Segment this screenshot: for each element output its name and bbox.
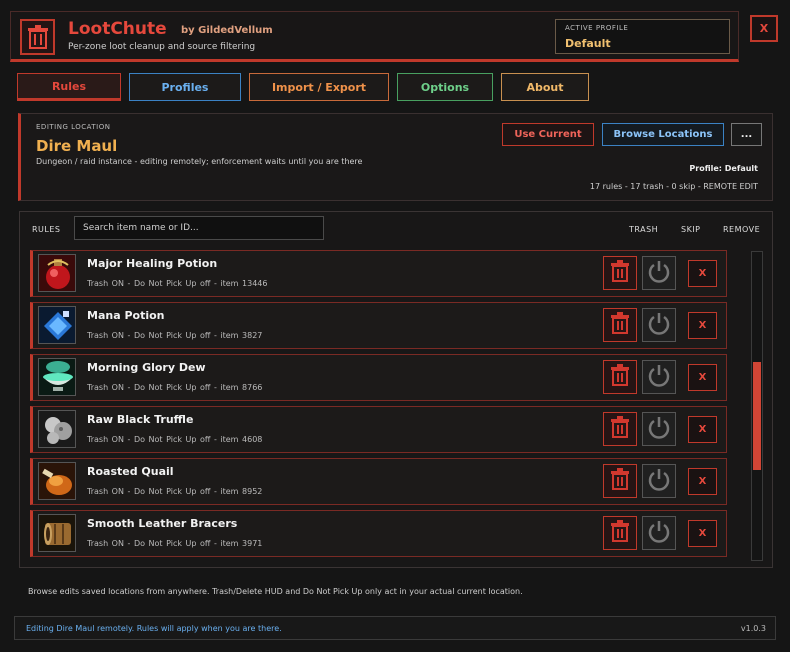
trash-icon bbox=[610, 520, 630, 546]
remove-rule-button[interactable]: X bbox=[688, 260, 717, 287]
active-profile-value: Default bbox=[565, 37, 611, 50]
editing-location-panel: EDITING LOCATION Dire Maul Dungeon / rai… bbox=[18, 113, 773, 201]
rules-label: RULES bbox=[32, 225, 61, 234]
rule-row[interactable]: Roasted Quail Trash ON - Do Not Pick Up o… bbox=[30, 458, 727, 505]
app-author: by GildedVellum bbox=[181, 25, 273, 36]
dew-bowl-icon bbox=[38, 358, 76, 396]
power-icon bbox=[647, 415, 671, 443]
location-description: Dungeon / raid instance - editing remote… bbox=[36, 157, 363, 166]
rule-item-name: Major Healing Potion bbox=[87, 257, 218, 270]
close-button[interactable]: X bbox=[750, 15, 778, 42]
remove-rule-button[interactable]: X bbox=[688, 416, 717, 443]
rule-item-name: Smooth Leather Bracers bbox=[87, 517, 238, 530]
remove-rule-button[interactable]: X bbox=[688, 468, 717, 495]
trash-toggle-button[interactable] bbox=[603, 464, 637, 498]
footer-note: Browse edits saved locations from anywhe… bbox=[28, 587, 523, 596]
rule-row[interactable]: Mana Potion Trash ON - Do Not Pick Up off… bbox=[30, 302, 727, 349]
bracers-icon bbox=[38, 514, 76, 552]
trash-toggle-button[interactable] bbox=[603, 360, 637, 394]
search-input[interactable] bbox=[74, 216, 324, 240]
mana-potion-icon bbox=[38, 306, 76, 344]
rule-row[interactable]: Morning Glory Dew Trash ON - Do Not Pick … bbox=[30, 354, 727, 401]
skip-toggle-button[interactable] bbox=[642, 308, 676, 342]
version-label: v1.0.3 bbox=[740, 624, 766, 633]
skip-toggle-button[interactable] bbox=[642, 256, 676, 290]
rules-panel: RULES TRASH SKIP REMOVE Major Healing Po… bbox=[19, 211, 773, 568]
roasted-quail-icon bbox=[38, 462, 76, 500]
skip-toggle-button[interactable] bbox=[642, 464, 676, 498]
power-icon bbox=[647, 519, 671, 547]
remove-rule-button[interactable]: X bbox=[688, 364, 717, 391]
active-profile-box[interactable]: ACTIVE PROFILE Default bbox=[555, 19, 730, 54]
power-icon bbox=[647, 311, 671, 339]
tab-options[interactable]: Options bbox=[397, 73, 493, 101]
location-stats: 17 rules - 17 trash - 0 skip - REMOTE ED… bbox=[589, 182, 758, 191]
skip-toggle-button[interactable] bbox=[642, 360, 676, 394]
trash-toggle-button[interactable] bbox=[603, 516, 637, 550]
trash-toggle-button[interactable] bbox=[603, 256, 637, 290]
header-panel: LootChute by GildedVellum Per-zone loot … bbox=[10, 11, 739, 62]
rule-item-meta: Trash ON - Do Not Pick Up off - item 460… bbox=[87, 435, 263, 444]
rule-row[interactable]: Major Healing Potion Trash ON - Do Not Pi… bbox=[30, 250, 727, 297]
app-title: LootChute bbox=[68, 19, 167, 39]
power-icon bbox=[647, 259, 671, 287]
tab-rules[interactable]: Rules bbox=[17, 73, 121, 101]
scrollbar-thumb[interactable] bbox=[753, 362, 761, 470]
rule-item-meta: Trash ON - Do Not Pick Up off - item 397… bbox=[87, 539, 263, 548]
rule-item-name: Mana Potion bbox=[87, 309, 165, 322]
rule-item-name: Morning Glory Dew bbox=[87, 361, 206, 374]
editing-location-label: EDITING LOCATION bbox=[36, 123, 111, 131]
healing-potion-icon bbox=[38, 254, 76, 292]
more-options-button[interactable]: ... bbox=[731, 123, 762, 146]
truffle-icon bbox=[38, 410, 76, 448]
column-header-remove: REMOVE bbox=[723, 225, 761, 234]
power-icon bbox=[647, 467, 671, 495]
tab-import-export[interactable]: Import / Export bbox=[249, 73, 389, 101]
rule-row[interactable]: Raw Black Truffle Trash ON - Do Not Pick … bbox=[30, 406, 727, 453]
trash-logo-icon bbox=[20, 19, 55, 55]
rule-item-name: Raw Black Truffle bbox=[87, 413, 194, 426]
status-text: Editing Dire Maul remotely. Rules will a… bbox=[26, 624, 282, 633]
column-header-skip: SKIP bbox=[681, 225, 701, 234]
skip-toggle-button[interactable] bbox=[642, 516, 676, 550]
trash-icon bbox=[610, 416, 630, 442]
tab-about[interactable]: About bbox=[501, 73, 589, 101]
rule-item-name: Roasted Quail bbox=[87, 465, 174, 478]
rule-row[interactable]: Smooth Leather Bracers Trash ON - Do Not … bbox=[30, 510, 727, 557]
tab-profiles[interactable]: Profiles bbox=[129, 73, 241, 101]
browse-locations-button[interactable]: Browse Locations bbox=[602, 123, 724, 146]
rules-scrollbar[interactable] bbox=[751, 251, 763, 561]
column-header-trash: TRASH bbox=[629, 225, 659, 234]
rule-item-meta: Trash ON - Do Not Pick Up off - item 382… bbox=[87, 331, 263, 340]
trash-icon bbox=[610, 364, 630, 390]
active-profile-label: ACTIVE PROFILE bbox=[565, 24, 629, 32]
location-profile: Profile: Default bbox=[689, 164, 758, 173]
remove-rule-button[interactable]: X bbox=[688, 520, 717, 547]
rules-list: Major Healing Potion Trash ON - Do Not Pi… bbox=[30, 250, 727, 562]
status-bar: Editing Dire Maul remotely. Rules will a… bbox=[14, 616, 776, 640]
location-name: Dire Maul bbox=[36, 137, 118, 155]
trash-icon bbox=[610, 468, 630, 494]
trash-icon bbox=[610, 260, 630, 286]
skip-toggle-button[interactable] bbox=[642, 412, 676, 446]
use-current-button[interactable]: Use Current bbox=[502, 123, 594, 146]
trash-icon bbox=[610, 312, 630, 338]
trash-toggle-button[interactable] bbox=[603, 412, 637, 446]
rule-item-meta: Trash ON - Do Not Pick Up off - item 876… bbox=[87, 383, 263, 392]
power-icon bbox=[647, 363, 671, 391]
rule-item-meta: Trash ON - Do Not Pick Up off - item 134… bbox=[87, 279, 268, 288]
rule-item-meta: Trash ON - Do Not Pick Up off - item 895… bbox=[87, 487, 263, 496]
trash-toggle-button[interactable] bbox=[603, 308, 637, 342]
app-tagline: Per-zone loot cleanup and source filteri… bbox=[68, 42, 256, 52]
remove-rule-button[interactable]: X bbox=[688, 312, 717, 339]
